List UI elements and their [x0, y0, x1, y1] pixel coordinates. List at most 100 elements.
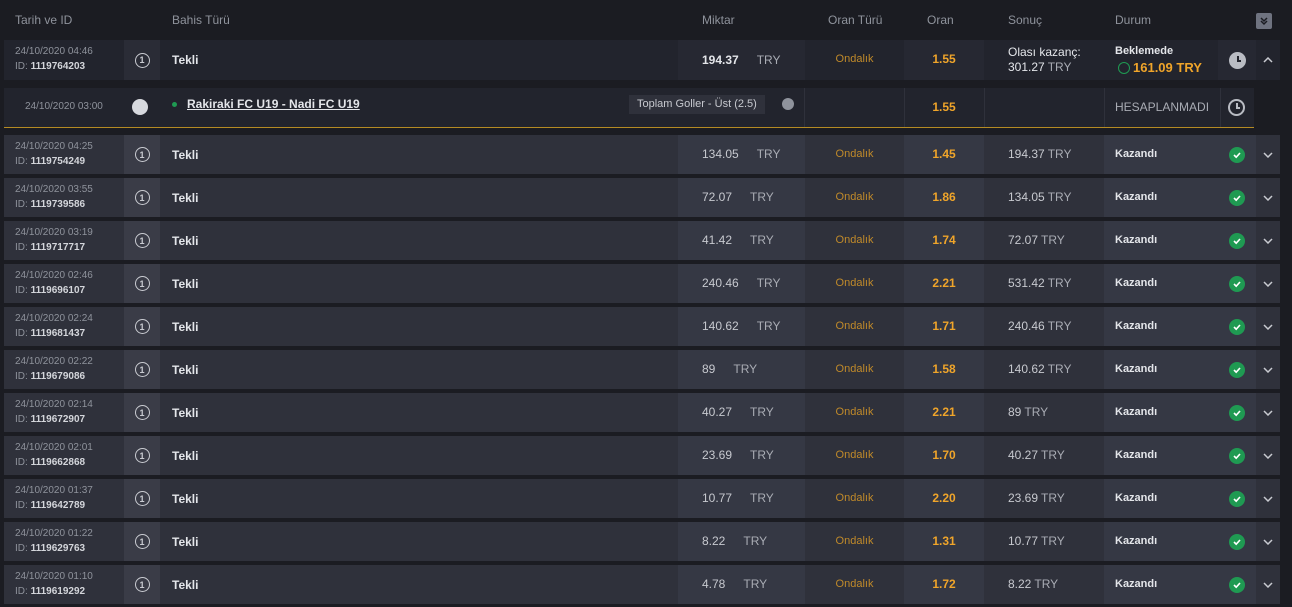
bet-id: ID: 1119672907 — [15, 414, 86, 425]
bet-type-name-cell: Tekli — [160, 178, 678, 217]
bet-row[interactable]: 24/10/2020 03:19 ID: 1119717717 1 Tekli 41.4… — [0, 221, 1292, 260]
status-icon-cell — [1218, 479, 1256, 518]
bet-type-cell: 1 — [124, 178, 160, 217]
expand-row-button[interactable] — [1256, 264, 1280, 303]
header-status: Durum — [1115, 13, 1152, 27]
expand-row-button[interactable] — [1256, 565, 1280, 604]
bet-id: ID: 1119681437 — [15, 328, 86, 339]
odds-cell: 1.72 — [904, 565, 984, 604]
chevron-down-icon — [1263, 452, 1273, 459]
status-icon-cell — [1218, 40, 1256, 80]
expand-row-button[interactable] — [1256, 307, 1280, 346]
bet-type-name-cell: Tekli — [160, 393, 678, 432]
match-link[interactable]: Rakiraki FC U19 - Nadi FC U19 — [187, 97, 360, 111]
bet-result: 531.42 TRY — [1008, 276, 1072, 290]
expand-row-button[interactable] — [1256, 178, 1280, 217]
bet-row[interactable]: 24/10/2020 02:46 ID: 1119696107 1 Tekli 240.… — [0, 264, 1292, 303]
single-bet-icon: 1 — [134, 147, 150, 162]
header-bet-type: Bahis Türü — [172, 13, 230, 27]
check-icon — [1229, 318, 1245, 335]
check-icon — [1229, 490, 1245, 507]
check-icon — [1229, 404, 1245, 421]
odds-type-cell: Ondalık — [805, 350, 904, 389]
bet-row[interactable]: 24/10/2020 02:22 ID: 1119679086 1 Tekli 89 TR… — [0, 350, 1292, 389]
bet-id: ID: 1119764203 — [15, 61, 86, 72]
bet-row-expanded[interactable]: 24/10/2020 04:46 ID: 1119764203 1 Tekli … — [0, 40, 1292, 80]
odds-type: Ondalık — [835, 148, 874, 160]
odds-type: Ondalık — [835, 578, 874, 590]
date-cell: 24/10/2020 03:55 ID: 1119739586 — [4, 178, 124, 217]
table-header: Tarih ve ID Bahis Türü Miktar Oran Türü … — [0, 0, 1292, 40]
bet-type-name: Tekli — [172, 363, 199, 377]
expand-row-button[interactable] — [1256, 135, 1280, 174]
bet-id: ID: 1119629763 — [15, 543, 86, 554]
amount-cell: 89 TRY — [678, 350, 805, 389]
odds-value: 1.70 — [932, 448, 956, 462]
bet-row[interactable]: 24/10/2020 04:25 ID: 1119754249 1 Tekli 134.… — [0, 135, 1292, 174]
bet-status: Kazandı — [1115, 234, 1158, 246]
bet-type-cell: 1 — [124, 221, 160, 260]
bet-result: 134.05 TRY — [1008, 190, 1072, 204]
single-bet-icon: 1 — [134, 362, 150, 377]
expand-row-button[interactable] — [1256, 350, 1280, 389]
odds-value: 1.74 — [932, 233, 956, 247]
amount-cell: 72.07 TRY — [678, 178, 805, 217]
odds-type: Ondalık — [835, 53, 874, 65]
expand-row-button[interactable] — [1256, 479, 1280, 518]
status-icon-cell — [1218, 264, 1256, 303]
bet-type-name: Tekli — [172, 406, 199, 420]
check-icon — [1229, 232, 1245, 249]
odds-type-cell: Ondalık — [805, 393, 904, 432]
amount-cell: 40.27 TRY — [678, 393, 805, 432]
bet-row[interactable]: 24/10/2020 02:24 ID: 1119681437 1 Tekli 140.… — [0, 307, 1292, 346]
odds-type: Ondalık — [835, 363, 874, 375]
status-cell: Kazandı — [1104, 264, 1218, 303]
status-icon-cell — [1218, 522, 1256, 561]
odds-type: Ondalık — [835, 449, 874, 461]
bet-type-name-cell: Tekli — [160, 350, 678, 389]
bet-date: 24/10/2020 02:24 — [15, 313, 93, 324]
bet-status: Beklemede — [1115, 45, 1174, 57]
bet-type-name: Tekli — [172, 578, 199, 592]
odds-value: 2.21 — [932, 276, 956, 290]
bet-type-cell: 1 — [124, 393, 160, 432]
cashout-coin-icon — [1118, 61, 1130, 74]
odds-value: 1.31 — [932, 534, 956, 548]
info-icon[interactable] — [782, 98, 794, 110]
scrollbar[interactable] — [1281, 40, 1290, 607]
result-cell: 89 TRY — [984, 393, 1104, 432]
amount-cell: 10.77 TRY — [678, 479, 805, 518]
bet-type-name-cell: Tekli — [160, 522, 678, 561]
odds-type: Ondalık — [835, 406, 874, 418]
expand-row-button[interactable] — [1256, 393, 1280, 432]
bet-row[interactable]: 24/10/2020 02:14 ID: 1119672907 1 Tekli 40.2… — [0, 393, 1292, 432]
bet-date: 24/10/2020 02:46 — [15, 270, 93, 281]
bet-row[interactable]: 24/10/2020 03:55 ID: 1119739586 1 Tekli 72.0… — [0, 178, 1292, 217]
expand-row-button[interactable] — [1256, 221, 1280, 260]
odds-cell: 1.31 — [904, 522, 984, 561]
bet-row[interactable]: 24/10/2020 01:37 ID: 1119642789 1 Tekli 10.7… — [0, 479, 1292, 518]
odds-cell: 2.20 — [904, 479, 984, 518]
bet-row[interactable]: 24/10/2020 01:22 ID: 1119629763 1 Tekli 8.22… — [0, 522, 1292, 561]
collapse-all-button[interactable] — [1256, 13, 1272, 29]
bet-status: Kazandı — [1115, 449, 1158, 461]
status-icon-cell — [1218, 307, 1256, 346]
check-icon — [1229, 576, 1245, 593]
bet-id: ID: 1119754249 — [15, 156, 86, 167]
odds-type: Ondalık — [835, 191, 874, 203]
bet-date: 24/10/2020 01:22 — [15, 528, 93, 539]
bet-row[interactable]: 24/10/2020 02:01 ID: 1119662868 1 Tekli 23.6… — [0, 436, 1292, 475]
status-cell: Kazandı — [1104, 221, 1218, 260]
odds-type-cell: Ondalık — [805, 135, 904, 174]
bet-amount: 140.62 TRY — [702, 319, 781, 333]
clock-icon — [1228, 99, 1245, 116]
market-label: Toplam Goller - Üst (2.5) — [629, 95, 765, 114]
odds-value: 2.20 — [932, 491, 956, 505]
expand-row-button[interactable] — [1256, 436, 1280, 475]
expand-row-button[interactable] — [1256, 522, 1280, 561]
odds-value: 1.55 — [932, 52, 956, 66]
collapse-row-button[interactable] — [1256, 40, 1280, 80]
bet-row[interactable]: 24/10/2020 01:10 ID: 1119619292 1 Tekli 4.78… — [0, 565, 1292, 604]
status-cell: Kazandı — [1104, 479, 1218, 518]
cashout-button[interactable]: 161.09 TRY — [1118, 59, 1202, 77]
